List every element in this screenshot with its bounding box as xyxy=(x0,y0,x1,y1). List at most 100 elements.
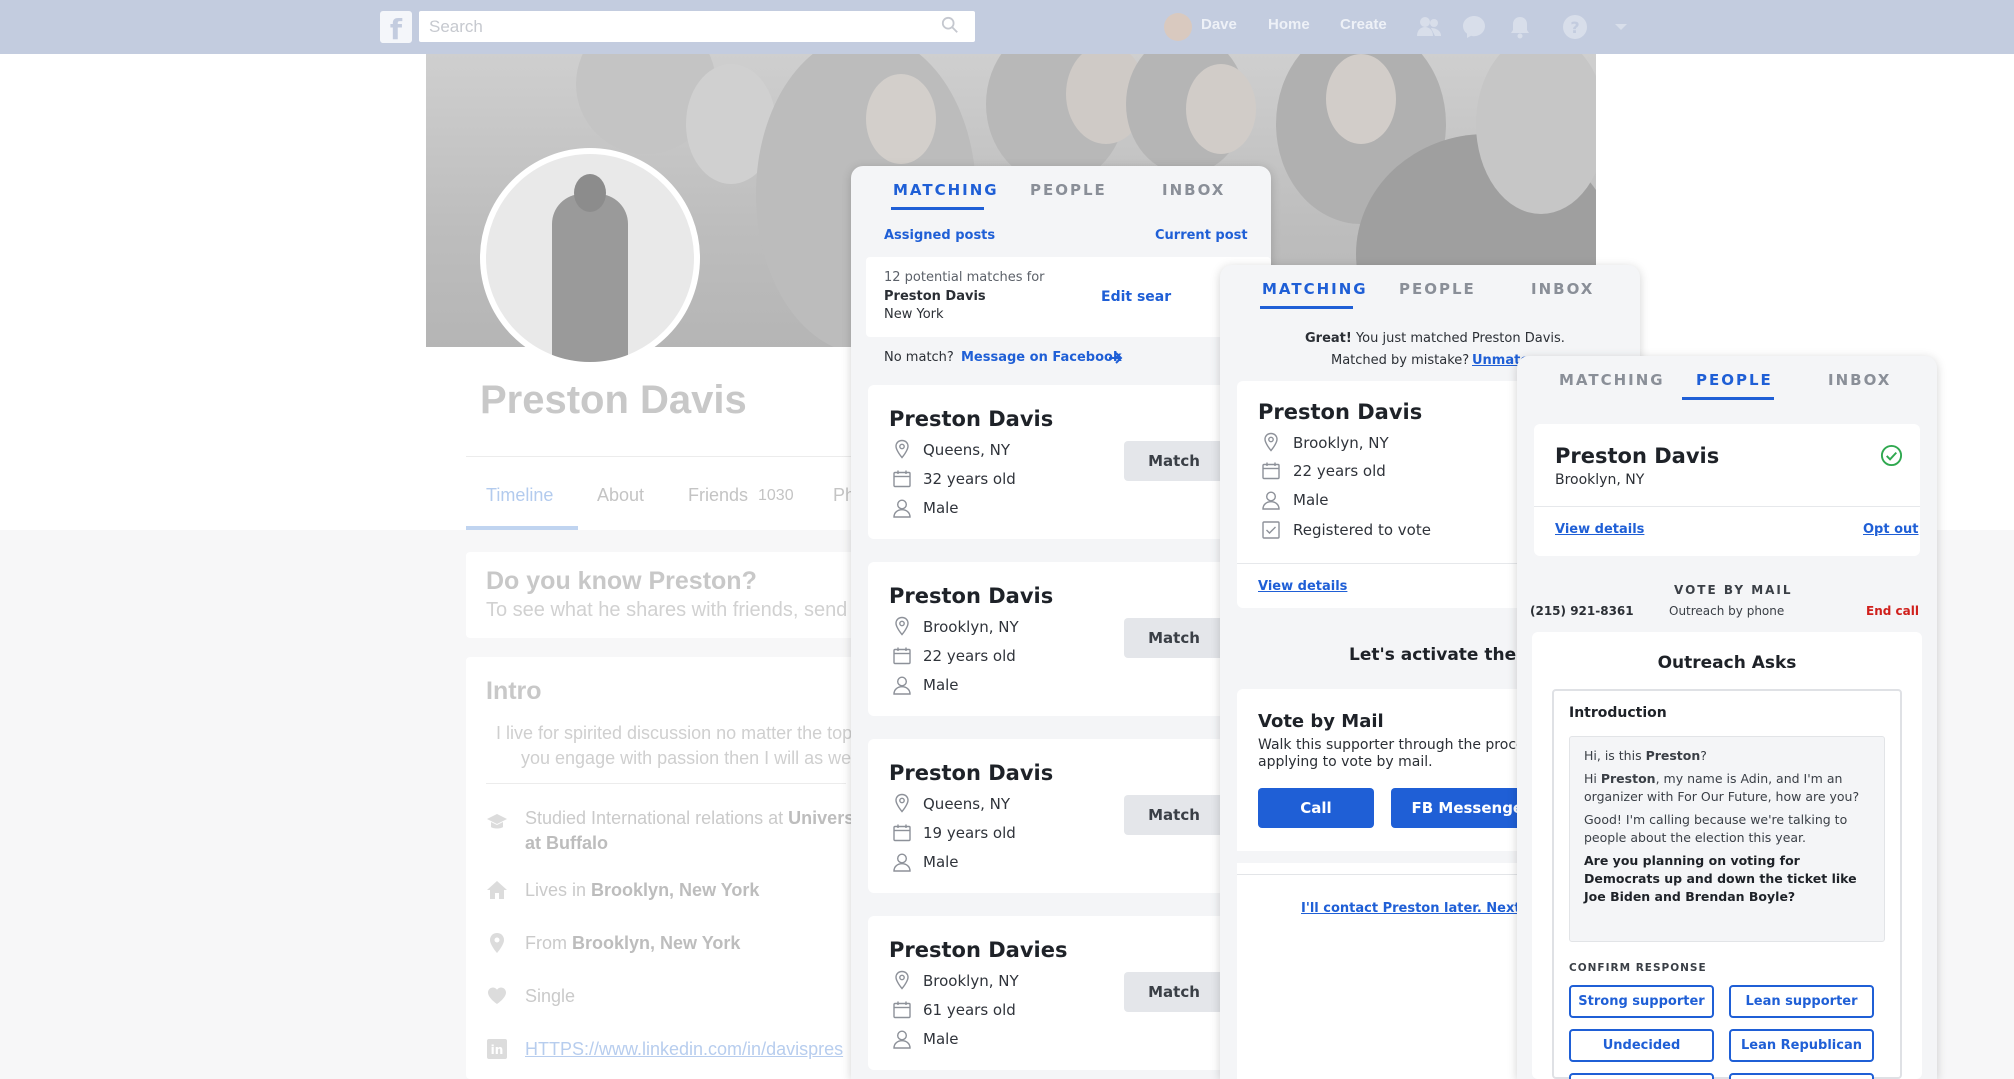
match-button[interactable]: Match xyxy=(1124,795,1224,835)
lean-republican-button[interactable]: Lean Republican xyxy=(1729,1029,1874,1062)
intro-title: Intro xyxy=(486,677,542,705)
active-tab-underline xyxy=(1260,306,1353,309)
linkedin-link[interactable]: HTTPS://www.linkedin.com/in/davispres xyxy=(525,1039,843,1060)
contact-later-link[interactable]: I'll contact Preston later. Next Ma xyxy=(1301,901,1547,916)
tab-inbox[interactable]: INBOX xyxy=(1828,371,1891,389)
panel3-tab-bar: MATCHING PEOPLE INBOX xyxy=(1517,356,1937,414)
education-row: Studied International relations at Unive… xyxy=(525,808,854,829)
tab-inbox[interactable]: INBOX xyxy=(1162,181,1225,199)
intro-card: Intro I live for spirited discussion no … xyxy=(466,657,866,1079)
response-button-partial[interactable] xyxy=(1729,1073,1874,1079)
view-details-link[interactable]: View details xyxy=(1258,579,1347,594)
message-on-facebook-link[interactable]: Message on Facebook xyxy=(961,350,1122,365)
facebook-logo[interactable]: f xyxy=(380,11,412,46)
opt-out-link[interactable]: Opt out xyxy=(1863,522,1919,537)
svg-text:?: ? xyxy=(1570,18,1579,37)
account-menu-chevron-icon[interactable] xyxy=(1608,14,1634,40)
end-call-button[interactable]: End call xyxy=(1866,604,1919,618)
search-city: New York xyxy=(884,307,944,322)
person-age: 22 years old xyxy=(1293,462,1386,480)
outreach-asks-card: Outreach Asks Introduction Hi, is this P… xyxy=(1532,632,1922,1079)
view-details-link[interactable]: View details xyxy=(1555,522,1644,537)
facebook-top-bar: f Search Dave Home Create ? xyxy=(0,0,2014,54)
current-post-link[interactable]: Current post xyxy=(1155,228,1248,243)
studied-school-part2[interactable]: at Buffalo xyxy=(525,833,608,853)
person-icon xyxy=(893,676,911,695)
match-result-card[interactable]: Preston Davies Brooklyn, NY 61 years old… xyxy=(868,916,1271,1070)
user-avatar[interactable] xyxy=(1164,13,1192,41)
lives-prefix: Lives in xyxy=(525,880,592,900)
active-tab-underline xyxy=(1682,397,1774,400)
calendar-icon xyxy=(893,470,911,488)
match-button[interactable]: Match xyxy=(1124,441,1224,481)
friends-icon[interactable] xyxy=(1416,14,1442,40)
person-location: Brooklyn, NY xyxy=(1293,434,1389,452)
nav-create-link[interactable]: Create xyxy=(1340,16,1387,33)
tab-matching[interactable]: MATCHING xyxy=(1559,371,1665,389)
search-summary-card: 12 potential matches for Preston Davis N… xyxy=(866,257,1271,337)
person-gender: Male xyxy=(1293,491,1329,509)
tab-people[interactable]: PEOPLE xyxy=(1696,371,1773,389)
no-match-label: No match? xyxy=(884,350,954,365)
help-icon[interactable]: ? xyxy=(1562,14,1588,40)
tab-matching[interactable]: MATCHING xyxy=(893,181,999,199)
from-city[interactable]: Brooklyn, New York xyxy=(572,933,740,953)
match-button[interactable]: Match xyxy=(1124,972,1224,1012)
lean-supporter-button[interactable]: Lean supporter xyxy=(1729,985,1874,1018)
match-result-card[interactable]: Preston Davis Queens, NY 19 years old Ma… xyxy=(868,739,1271,893)
profile-picture[interactable] xyxy=(480,148,700,368)
notifications-bell-icon[interactable] xyxy=(1507,14,1533,40)
nav-home-link[interactable]: Home xyxy=(1268,16,1310,33)
calendar-icon xyxy=(893,647,911,665)
location-pin-icon xyxy=(1264,432,1278,452)
person-name: Preston Davis xyxy=(1258,400,1423,424)
activate-heading: Let's activate them xyxy=(1349,645,1534,665)
result-age: 32 years old xyxy=(923,470,1016,488)
script-question-1: Hi, is this Preston? xyxy=(1584,748,1707,763)
tab-about[interactable]: About xyxy=(597,485,644,506)
match-result-card[interactable]: Preston Davis Brooklyn, NY 22 years old … xyxy=(868,562,1271,716)
facebook-search-input[interactable]: Search xyxy=(419,11,975,42)
tab-matching[interactable]: MATCHING xyxy=(1262,280,1368,298)
assigned-posts-link[interactable]: Assigned posts xyxy=(884,228,995,243)
education-icon xyxy=(487,814,507,829)
profile-tabs: Timeline About Friends 1030 Ph xyxy=(466,456,866,530)
tab-people[interactable]: PEOPLE xyxy=(1399,280,1476,298)
panel2-tab-bar: MATCHING PEOPLE INBOX xyxy=(1220,265,1640,323)
person-name: Preston Davis xyxy=(1555,444,1720,468)
location-pin-icon xyxy=(895,439,909,459)
result-name: Preston Davis xyxy=(889,761,1054,785)
linkedin-icon: in xyxy=(487,1039,507,1059)
script-question-vote: Are you planning on voting for Democrats… xyxy=(1584,853,1857,904)
tab-inbox[interactable]: INBOX xyxy=(1531,280,1594,298)
messenger-icon[interactable] xyxy=(1461,14,1487,40)
arrow-right-icon[interactable] xyxy=(1107,350,1123,366)
tab-friends[interactable]: Friends xyxy=(688,485,748,506)
response-button-partial[interactable] xyxy=(1569,1073,1714,1079)
match-button[interactable]: Match xyxy=(1124,618,1224,658)
script-paragraph-2: Hi Preston, my name is Adin, and I'm an … xyxy=(1584,771,1860,804)
tab-people[interactable]: PEOPLE xyxy=(1030,181,1107,199)
calendar-icon xyxy=(893,1001,911,1019)
call-button[interactable]: Call xyxy=(1258,788,1374,828)
tab-timeline[interactable]: Timeline xyxy=(486,485,553,506)
undecided-button[interactable]: Undecided xyxy=(1569,1029,1714,1062)
edit-search-link[interactable]: Edit sear xyxy=(1101,289,1171,305)
match-result-card[interactable]: Preston Davis Queens, NY 32 years old Ma… xyxy=(868,385,1271,539)
result-location: Queens, NY xyxy=(923,441,1011,459)
strong-supporter-button[interactable]: Strong supporter xyxy=(1569,985,1714,1018)
intro-bio-line2: you engage with passion then I will as w… xyxy=(521,748,852,768)
search-icon[interactable] xyxy=(941,16,959,34)
person-icon xyxy=(893,1030,911,1049)
studied-prefix: Studied International relations at xyxy=(525,808,789,828)
person-icon xyxy=(1262,491,1280,510)
vote-by-mail-desc-line1: Walk this supporter through the proce xyxy=(1258,737,1525,753)
people-outreach-panel: MATCHING PEOPLE INBOX Preston Davis Broo… xyxy=(1517,356,1937,1079)
location-pin-icon xyxy=(490,933,504,953)
heart-icon xyxy=(488,987,506,1004)
lives-city[interactable]: Brooklyn, New York xyxy=(591,880,759,900)
profile-name: Preston Davis xyxy=(480,378,747,422)
studied-school-part1[interactable]: Univers xyxy=(788,808,854,828)
calendar-icon xyxy=(893,824,911,842)
nav-user-name[interactable]: Dave xyxy=(1201,16,1237,33)
